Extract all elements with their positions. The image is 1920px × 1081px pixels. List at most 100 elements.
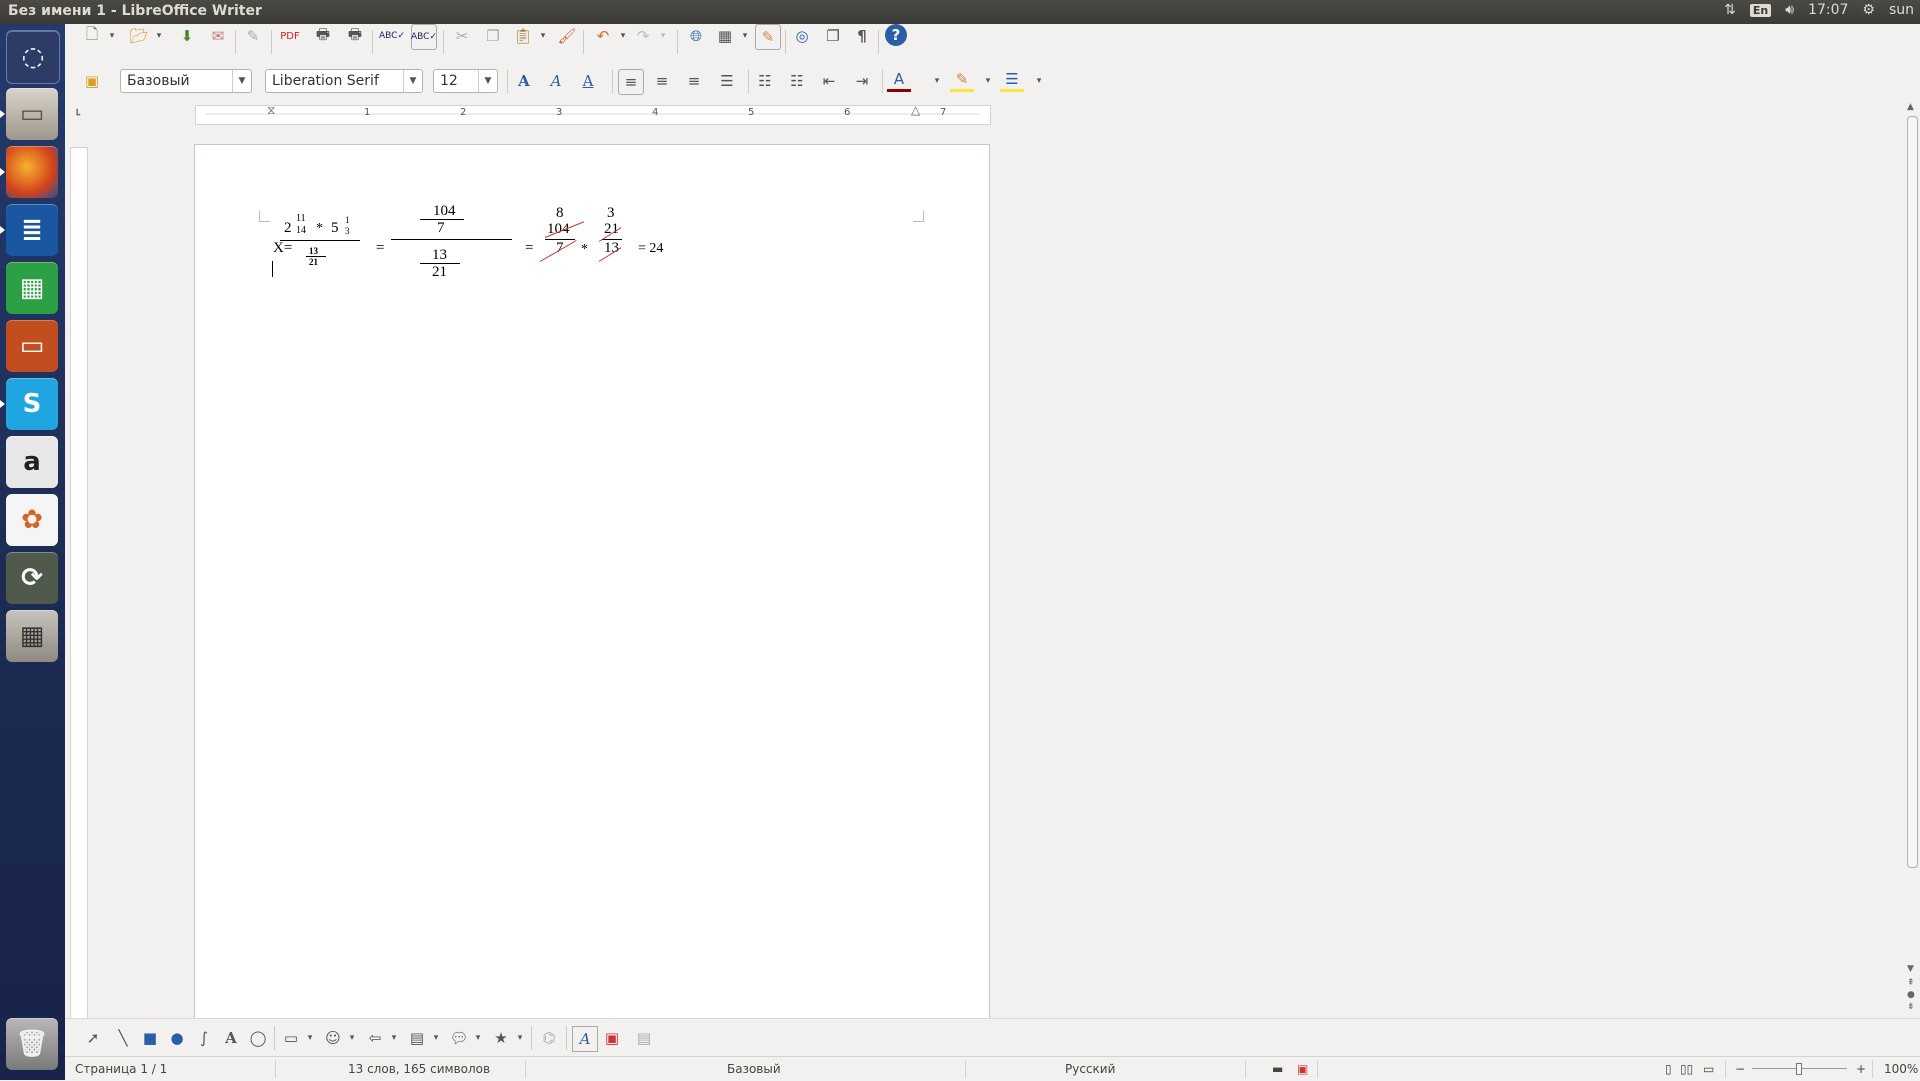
formatting-marks-icon[interactable]: ¶ (850, 24, 874, 48)
redo-dropdown-icon[interactable]: ▾ (651, 24, 675, 48)
page-count[interactable]: Страница 1 / 1 (75, 1062, 167, 1076)
scroll-up-icon[interactable]: ▲ (1907, 102, 1914, 112)
italic-icon[interactable]: A (544, 69, 568, 93)
scrollbar-thumb[interactable] (1907, 116, 1918, 868)
rectangle-icon[interactable]: ■ (138, 1026, 162, 1050)
previous-page-icon[interactable]: ⇞ (1907, 978, 1915, 988)
paste-dropdown-icon[interactable]: ▾ (531, 24, 555, 48)
zoom-out-icon[interactable]: − (1735, 1062, 1745, 1076)
help-icon[interactable]: ? (885, 24, 907, 46)
print-icon[interactable]: 🖶 (311, 24, 335, 48)
word-count[interactable]: 13 слов, 165 символов (348, 1062, 490, 1076)
document-page[interactable]: X= 2 11 14 * 5 1 3 13 21 = 104 7 13 21 =… (195, 145, 989, 1045)
dash-home-icon[interactable]: ◌ (6, 30, 60, 84)
software-center-icon[interactable]: ✿ (6, 494, 58, 546)
font-color-icon[interactable]: A (887, 69, 911, 92)
basic-shapes-dropdown-icon[interactable]: ▾ (298, 1026, 322, 1050)
skype-icon[interactable]: S (0, 378, 58, 430)
amazon-icon[interactable]: a (6, 436, 58, 488)
files-icon[interactable]: ▭ (0, 88, 58, 140)
clone-formatting-icon[interactable]: 🖌 (555, 24, 579, 48)
zoom-in-icon[interactable]: + (1856, 1062, 1866, 1076)
export-pdf-icon[interactable]: PDF (278, 24, 302, 48)
select-arrow-icon[interactable]: ➚ (81, 1026, 105, 1050)
font-size-combo[interactable]: 12 ▼ (433, 69, 498, 93)
bold-icon[interactable]: A (512, 69, 536, 93)
book-view-icon[interactable]: ▭ (1703, 1062, 1714, 1076)
writer-icon[interactable]: ≣ (0, 204, 58, 256)
increase-indent-icon[interactable]: ⇥ (850, 69, 874, 93)
gallery-icon[interactable]: ❐ (821, 24, 845, 48)
chevron-down-icon[interactable]: ▼ (232, 70, 251, 92)
network-icon[interactable]: ⇅ (1724, 2, 1736, 18)
session-gear-icon[interactable]: ⚙ (1862, 2, 1875, 18)
navigator-icon[interactable]: ◎ (790, 24, 814, 48)
callout-icon[interactable]: ◯ (246, 1026, 270, 1050)
font-color-dropdown-icon[interactable]: ▾ (925, 69, 949, 93)
chevron-down-icon[interactable]: ▼ (403, 70, 422, 92)
highlighting-icon[interactable]: ✎ (950, 69, 974, 92)
justify-icon[interactable]: ☰ (715, 69, 739, 93)
horizontal-ruler[interactable]: 1 2 3 4 5 6 7 ⧖ △ (195, 104, 991, 125)
hyperlink-icon[interactable]: 🌐︎ (684, 24, 708, 48)
impress-icon[interactable]: ▭ (6, 320, 58, 372)
stars-dropdown-icon[interactable]: ▾ (508, 1026, 532, 1050)
font-name-combo[interactable]: Liberation Serif ▼ (265, 69, 423, 93)
right-indent-marker[interactable]: △ (911, 104, 920, 116)
print-preview-icon[interactable]: 🖶 (343, 24, 367, 48)
document-modified-icon[interactable]: ▣ (1297, 1062, 1308, 1076)
zoom-level[interactable]: 100% (1884, 1062, 1918, 1076)
spellcheck-icon[interactable]: ABC✓ (379, 24, 405, 48)
open-dropdown-icon[interactable]: ▾ (147, 24, 171, 48)
trash-icon[interactable]: 🗑︎ (6, 1018, 58, 1070)
extrusion-icon[interactable]: ▤ (632, 1026, 656, 1050)
paragraph-style-combo[interactable]: Базовый ▼ (120, 69, 252, 93)
cut-icon[interactable]: ✂ (450, 24, 474, 48)
copy-icon[interactable]: ❐ (481, 24, 505, 48)
calc-icon[interactable]: ▦ (6, 262, 58, 314)
single-page-view-icon[interactable]: ▯ (1665, 1062, 1672, 1076)
user-name[interactable]: sun (1889, 2, 1914, 18)
left-indent-marker[interactable]: ⧖ (267, 104, 275, 116)
decrease-indent-icon[interactable]: ⇤ (817, 69, 841, 93)
chevron-down-icon[interactable]: ▼ (478, 70, 497, 92)
background-color-dropdown-icon[interactable]: ▾ (1027, 69, 1051, 93)
align-right-icon[interactable]: ≡ (682, 69, 706, 93)
line-icon[interactable]: ╲ (111, 1026, 135, 1050)
navigation-icon[interactable]: ● (1907, 990, 1915, 1000)
callouts-dropdown-icon[interactable]: ▾ (466, 1026, 490, 1050)
align-left-icon[interactable]: ≡ (618, 69, 644, 95)
vertical-scrollbar[interactable]: ▲ ▼ ⇞ ● ⇟ (1904, 102, 1920, 1018)
next-page-icon[interactable]: ⇟ (1907, 1002, 1915, 1012)
flowchart-dropdown-icon[interactable]: ▾ (424, 1026, 448, 1050)
table-dropdown-icon[interactable]: ▾ (733, 24, 757, 48)
vertical-ruler[interactable] (70, 147, 88, 1019)
scroll-down-icon[interactable]: ▼ (1907, 964, 1914, 974)
insert-mode-icon[interactable]: ▬ (1272, 1062, 1283, 1076)
points-icon[interactable]: ⌬ (537, 1026, 561, 1050)
symbol-shapes-dropdown-icon[interactable]: ▾ (340, 1026, 364, 1050)
insert-image-icon[interactable]: ▣ (600, 1026, 624, 1050)
text-icon[interactable]: A (219, 1026, 243, 1050)
firefox-icon[interactable] (0, 146, 58, 198)
clock[interactable]: 17:07 (1808, 2, 1848, 18)
edit-mode-icon[interactable]: ✎ (241, 24, 265, 48)
numbering-icon[interactable]: ☷ (753, 69, 777, 93)
show-draw-functions-icon[interactable]: ✎ (755, 24, 781, 50)
language[interactable]: Русский (1065, 1062, 1115, 1076)
bullets-icon[interactable]: ☷ (785, 69, 809, 93)
save-icon[interactable]: ⬇ (175, 24, 199, 48)
styles-formatting-icon[interactable]: ▣ (80, 69, 104, 93)
background-color-icon[interactable]: ☰ (1000, 69, 1024, 92)
align-center-icon[interactable]: ≡ (650, 69, 674, 93)
calculator-icon[interactable]: ▦ (6, 610, 58, 662)
ellipse-icon[interactable]: ● (165, 1026, 189, 1050)
underline-icon[interactable]: A (576, 69, 600, 93)
updates-icon[interactable]: ⟳ (6, 552, 58, 604)
volume-icon[interactable]: 🔊︎ (1785, 2, 1794, 18)
autospellcheck-icon[interactable]: ABC✓ (411, 24, 437, 50)
zoom-slider-handle[interactable] (1796, 1063, 1802, 1075)
highlighting-dropdown-icon[interactable]: ▾ (976, 69, 1000, 93)
block-arrows-dropdown-icon[interactable]: ▾ (382, 1026, 406, 1050)
new-dropdown-icon[interactable]: ▾ (100, 24, 124, 48)
